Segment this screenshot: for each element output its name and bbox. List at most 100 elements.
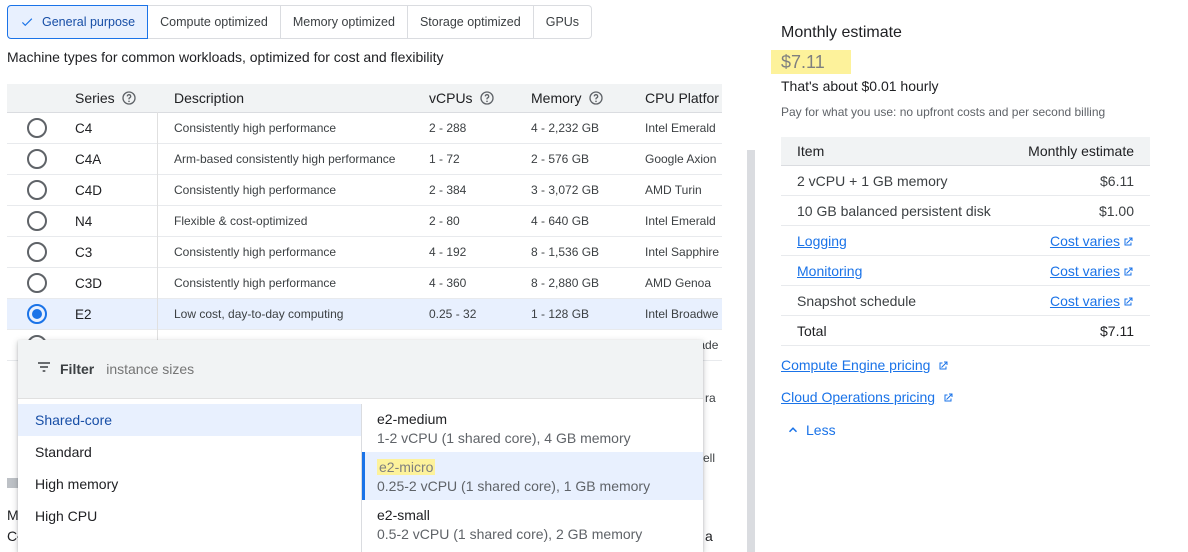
series-cell: C4D <box>75 182 103 198</box>
radio-button[interactable] <box>27 211 47 231</box>
table-row[interactable]: C3D Consistently high performance 4 - 36… <box>7 268 722 299</box>
table-row[interactable]: C4D Consistently high performance 2 - 38… <box>7 175 722 206</box>
machine-types-description: Machine types for common workloads, opti… <box>7 49 444 65</box>
platform-cell: Google Axion <box>645 152 717 166</box>
header-monthly-estimate: Monthly estimate <box>1028 143 1134 159</box>
filter-icon <box>36 359 52 380</box>
description-cell: Low cost, day-to-day computing <box>174 307 344 321</box>
machine-type-dropdown: Filter Shared-core Standard High memory … <box>18 340 703 552</box>
filter-bar: Filter <box>18 340 703 399</box>
radio-button[interactable] <box>27 149 47 169</box>
estimate-item: 2 vCPU + 1 GB memory <box>797 172 948 189</box>
estimate-value: $1.00 <box>1098 202 1134 219</box>
estimate-item: 10 GB balanced persistent disk <box>797 202 991 219</box>
memory-cell: 1 - 128 GB <box>531 307 590 321</box>
monthly-price: $7.11 <box>771 50 851 74</box>
estimate-row: 10 GB balanced persistent disk $1.00 <box>781 196 1150 226</box>
vcpus-cell: 2 - 288 <box>429 121 467 135</box>
machine-type-option-selected[interactable]: e2-micro 0.25-2 vCPU (1 shared core), 1 … <box>362 452 703 500</box>
estimate-table: Item Monthly estimate 2 vCPU + 1 GB memo… <box>781 137 1150 346</box>
help-icon[interactable] <box>479 90 495 106</box>
hourly-estimate: That's about $0.01 hourly <box>781 78 939 94</box>
description-cell: Flexible & cost-optimized <box>174 214 308 228</box>
radio-button-checked[interactable] <box>27 304 47 324</box>
platform-cell: AMD Genoa <box>645 276 712 290</box>
memory-cell: 2 - 576 GB <box>531 152 590 166</box>
cloud-operations-pricing-link[interactable]: Cloud Operations pricing <box>781 389 954 407</box>
machine-type-list: e2-medium 1-2 vCPU (1 shared core), 4 GB… <box>362 404 703 548</box>
table-row[interactable]: C4A Arm-based consistently high performa… <box>7 144 722 175</box>
radio-button[interactable] <box>27 118 47 138</box>
column-divider <box>157 112 158 352</box>
logging-link[interactable]: Logging <box>797 233 847 249</box>
description-cell: Consistently high performance <box>174 276 337 290</box>
machine-type-desc: 1-2 vCPU (1 shared core), 4 GB memory <box>377 429 631 446</box>
table-row[interactable]: C4 Consistently high performance 2 - 288… <box>7 113 722 144</box>
cost-varies-label: Cost varies <box>1049 232 1120 249</box>
vcpus-cell: 2 - 80 <box>429 214 460 228</box>
series-cell: C4A <box>75 151 102 167</box>
tab-label: Storage optimized <box>419 15 521 29</box>
category-shared-core[interactable]: Shared-core <box>18 404 361 436</box>
compute-engine-pricing-link[interactable]: Compute Engine pricing <box>781 357 949 375</box>
vcpus-cell: 4 - 192 <box>429 245 467 259</box>
vertical-scrollbar[interactable] <box>747 150 755 552</box>
platform-cell: AMD Turin <box>645 183 702 197</box>
tab-gpus[interactable]: GPUs <box>533 5 593 39</box>
platform-cell: Intel Sapphire <box>645 245 720 259</box>
tab-label: General purpose <box>42 15 136 29</box>
radio-button[interactable] <box>27 242 47 262</box>
link-label: Compute Engine pricing <box>781 357 931 373</box>
cost-varies-link[interactable]: Cost varies <box>1050 233 1134 249</box>
machine-type-option[interactable]: e2-medium 1-2 vCPU (1 shared core), 4 GB… <box>362 404 703 452</box>
description-cell: Consistently high performance <box>174 245 337 259</box>
machine-type-option[interactable]: e2-small 0.5-2 vCPU (1 shared core), 2 G… <box>362 500 703 548</box>
header-item: Item <box>797 143 825 159</box>
vcpus-cell: 1 - 72 <box>429 152 460 166</box>
machine-type-name: e2-micro <box>377 458 436 475</box>
estimate-row: Monitoring Cost varies <box>781 256 1150 286</box>
category-high-memory[interactable]: High memory <box>18 468 361 500</box>
tab-memory-optimized[interactable]: Memory optimized <box>280 5 408 39</box>
machine-type-name: e2-medium <box>377 410 448 427</box>
category-high-cpu[interactable]: High CPU <box>18 500 361 532</box>
radio-button[interactable] <box>27 273 47 293</box>
monitoring-link[interactable]: Monitoring <box>797 263 862 279</box>
header-label: vCPUs <box>429 90 473 106</box>
platform-cell: Intel Emerald <box>645 214 716 228</box>
vcpus-cell: 0.25 - 32 <box>429 307 477 321</box>
header-label: Memory <box>531 90 582 106</box>
estimate-item: Snapshot schedule <box>797 292 917 309</box>
tab-storage-optimized[interactable]: Storage optimized <box>407 5 534 39</box>
machine-family-tabs: General purpose Compute optimized Memory… <box>7 5 593 39</box>
header-memory: Memory <box>531 84 604 112</box>
table-row[interactable]: C3 Consistently high performance 4 - 192… <box>7 237 722 268</box>
table-row[interactable]: N4 Flexible & cost-optimized 2 - 80 4 - … <box>7 206 722 237</box>
less-button[interactable]: Less <box>786 422 836 438</box>
memory-cell: 3 - 3,072 GB <box>531 183 600 197</box>
header-description: Description <box>174 90 245 106</box>
help-icon[interactable] <box>588 90 604 106</box>
external-link-icon <box>942 392 954 404</box>
radio-button[interactable] <box>27 180 47 200</box>
tab-general-purpose[interactable]: General purpose <box>7 5 149 39</box>
external-link-icon <box>1122 296 1134 308</box>
header-series: Series <box>75 84 137 112</box>
machine-type-name: e2-small <box>377 506 430 523</box>
external-link-icon <box>1122 266 1134 278</box>
filter-input[interactable] <box>104 360 409 378</box>
table-row-selected[interactable]: E2 Low cost, day-to-day computing 0.25 -… <box>7 299 722 330</box>
description-cell: Consistently high performance <box>174 183 337 197</box>
external-link-icon <box>937 360 949 372</box>
category-standard[interactable]: Standard <box>18 436 361 468</box>
monthly-estimate-title: Monthly estimate <box>781 24 902 41</box>
help-icon[interactable] <box>121 90 137 106</box>
external-link-icon <box>1122 236 1134 248</box>
cost-varies-link[interactable]: Cost varies <box>1050 263 1134 279</box>
tab-compute-optimized[interactable]: Compute optimized <box>148 5 281 39</box>
tab-label: Memory optimized <box>292 15 395 29</box>
machine-type-desc: 0.5-2 vCPU (1 shared core), 2 GB memory <box>377 525 643 542</box>
less-label: Less <box>806 422 836 438</box>
hidden-text: M <box>7 507 19 523</box>
cost-varies-link[interactable]: Cost varies <box>1050 293 1134 309</box>
